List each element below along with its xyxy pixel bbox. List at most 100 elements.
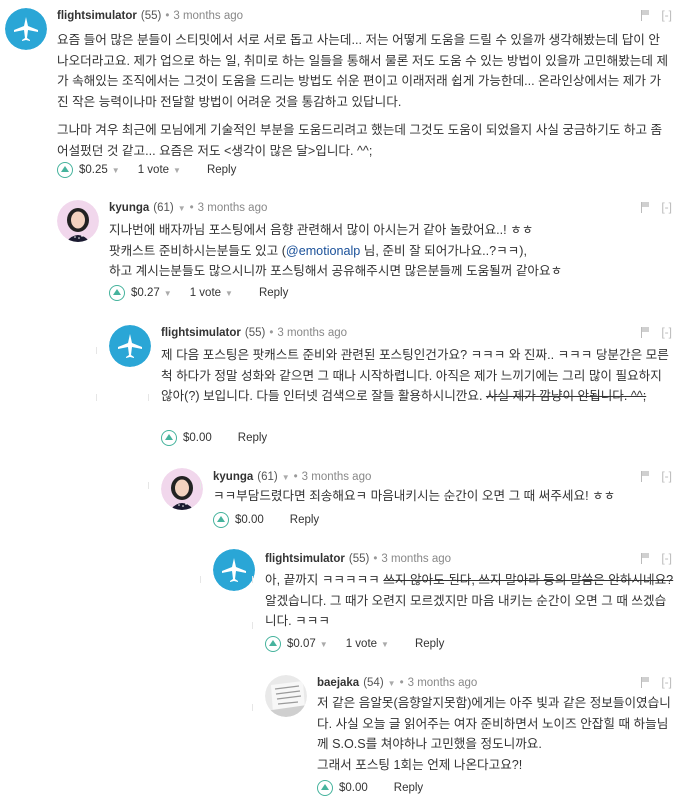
comment-line: 팟캐스트 준비하시는분들도 있고 (@emotionalp 님, 준비 잘 되어… (109, 241, 674, 262)
chevron-down-icon[interactable]: ▼ (225, 289, 233, 298)
reputation: (55) (140, 10, 162, 22)
author-name[interactable]: kyunga (213, 471, 253, 483)
collapse-button[interactable]: [-] (661, 675, 672, 689)
upvote-icon[interactable] (265, 636, 281, 652)
chevron-down-icon[interactable]: ▼ (112, 166, 120, 175)
vote-count[interactable]: 1 vote (190, 287, 221, 299)
comment-line: 지나번에 배자까님 포스팅에서 음향 관련해서 많이 아시는거 같아 놀랐어요.… (109, 223, 534, 237)
flag-icon[interactable] (641, 676, 651, 688)
reply-button[interactable]: Reply (238, 432, 267, 444)
avatar[interactable] (57, 200, 99, 242)
chevron-down-icon[interactable]: ▼ (381, 640, 389, 649)
avatar[interactable] (213, 549, 255, 591)
separator-dot: • (293, 471, 298, 483)
vote-count[interactable]: 1 vote (346, 638, 377, 650)
text-span: 님, 준비 잘 되어가나요..?ㅋㅋ), (360, 243, 527, 258)
timestamp[interactable]: 3 months ago (381, 553, 451, 565)
author-name[interactable]: kyunga (109, 202, 149, 214)
comment-meta: flightsimulator (55) • 3 months ago (265, 549, 451, 569)
comment-footer: $0.27 ▼ 1 vote ▼ Reply (109, 283, 288, 303)
comment: kyunga (61) ▼ • 3 months ago [-] 지나번에 배자… (57, 192, 684, 310)
author-name[interactable]: flightsimulator (161, 327, 241, 339)
comment: flightsimulator (55) • 3 months ago [-] … (213, 544, 684, 660)
chevron-down-icon[interactable]: ▼ (173, 166, 181, 175)
avatar[interactable] (265, 675, 307, 717)
avatar[interactable] (5, 8, 47, 50)
comment: kyunga (61) ▼ • 3 months ago [-] ㅋㅋ부담드렸다… (161, 461, 684, 536)
upvote-icon[interactable] (317, 780, 333, 796)
avatar[interactable] (109, 325, 151, 367)
comment-footer: $0.00 Reply (317, 778, 423, 798)
text-span: 팟캐스트 준비하시는분들도 있고 ( (109, 243, 286, 258)
separator-dot: • (269, 327, 274, 339)
chevron-down-icon[interactable]: ▼ (282, 473, 290, 482)
comment-line: 하고 계시는분들도 많으시니까 포스팅해서 공유해주시면 많은분들께 도움될꺼 … (109, 264, 563, 278)
chevron-down-icon[interactable]: ▼ (164, 289, 172, 298)
comment-footer: $0.00 Reply (213, 510, 319, 530)
timestamp[interactable]: 3 months ago (173, 10, 243, 22)
comment-body: 아, 끝까지 ㅋㅋㅋㅋㅋ 쓰지 않아도 된다, 쓰지 말아라 등의 말씀은 안하… (265, 570, 675, 632)
comment-footer: $0.25 ▼ 1 vote ▼ Reply (57, 160, 236, 180)
upvote-icon[interactable] (57, 162, 73, 178)
author-name[interactable]: flightsimulator (57, 10, 137, 22)
comment-body: 저 같은 음알못(음향알지못함)에게는 아주 빛과 같은 정보들이였습니다. 사… (317, 693, 677, 775)
text-span: 알겠습니다. 그 때가 오련지 모르겠지만 마음 내키는 순간이 오면 그 때 … (265, 593, 667, 629)
upvote-icon[interactable] (161, 430, 177, 446)
upvote-icon[interactable] (109, 285, 125, 301)
text-span: ㅋㅋ부담드렸다면 죄송해요ㅋ 마음내키시는 순간이 오면 그 때 써주세요! ㅎ… (213, 489, 616, 503)
payout-value[interactable]: $0.27 (131, 287, 160, 299)
timestamp[interactable]: 3 months ago (302, 471, 372, 483)
chevron-down-icon[interactable]: ▼ (178, 204, 186, 213)
thread-line (200, 482, 201, 489)
collapse-button[interactable]: [-] (661, 325, 672, 339)
payout-value[interactable]: $0.00 (339, 782, 368, 794)
comment-body: 요즘 들어 많은 분들이 스티밋에서 서로 서로 돕고 사는데... 저는 어떻… (57, 30, 671, 169)
thread-line (96, 394, 97, 401)
mention-link[interactable]: @emotionalp (286, 244, 360, 258)
payout-value[interactable]: $0.25 (79, 164, 108, 176)
timestamp[interactable]: 3 months ago (198, 202, 268, 214)
author-name[interactable]: baejaka (317, 677, 359, 689)
collapse-button[interactable]: [-] (661, 200, 672, 214)
thread-line (252, 576, 253, 583)
payout-value[interactable]: $0.00 (235, 514, 264, 526)
chevron-down-icon[interactable]: ▼ (320, 640, 328, 649)
flag-icon[interactable] (641, 9, 651, 21)
collapse-button[interactable]: [-] (661, 551, 672, 565)
flag-icon[interactable] (641, 201, 651, 213)
flag-icon[interactable] (641, 326, 651, 338)
payout-value[interactable]: $0.00 (183, 432, 212, 444)
reply-button[interactable]: Reply (394, 782, 423, 794)
thread-line (252, 704, 253, 711)
chevron-down-icon[interactable]: ▼ (388, 679, 396, 688)
separator-dot: • (165, 10, 170, 22)
payout-value[interactable]: $0.07 (287, 638, 316, 650)
author-name[interactable]: flightsimulator (265, 553, 345, 565)
timestamp[interactable]: 3 months ago (277, 327, 347, 339)
timestamp[interactable]: 3 months ago (408, 677, 478, 689)
reputation: (55) (348, 553, 370, 565)
avatar[interactable] (161, 468, 203, 510)
upvote-icon[interactable] (213, 512, 229, 528)
vote-count[interactable]: 1 vote (138, 164, 169, 176)
comment: flightsimulator (55) • 3 months ago [-] … (0, 0, 684, 190)
reply-button[interactable]: Reply (207, 164, 236, 176)
comment-body: ㅋㅋ부담드렸다면 죄송해요ㅋ 마음내키시는 순간이 오면 그 때 써주세요! ㅎ… (213, 486, 673, 507)
comment-meta: kyunga (61) ▼ • 3 months ago (109, 198, 267, 218)
comment-footer: $0.07 ▼ 1 vote ▼ Reply (265, 634, 444, 654)
thread-line (252, 622, 253, 629)
reputation: (61) (153, 202, 174, 214)
strikethrough-text: 사실 제가 깜냥이 안됩니다. ^^; (485, 389, 647, 403)
reply-button[interactable]: Reply (259, 287, 288, 299)
comment-line: 저 같은 음알못(음향알지못함)에게는 아주 빛과 같은 정보들이였습니다. 사… (317, 696, 671, 751)
flag-icon[interactable] (641, 470, 651, 482)
separator-dot: • (399, 677, 404, 689)
comment-line: 그래서 포스팅 1회는 언제 나온다고요?! (317, 757, 523, 772)
thread-line (200, 576, 201, 583)
collapse-button[interactable]: [-] (661, 8, 672, 22)
flag-icon[interactable] (641, 552, 651, 564)
reputation: (54) (363, 677, 384, 689)
reply-button[interactable]: Reply (415, 638, 444, 650)
reply-button[interactable]: Reply (290, 514, 319, 526)
collapse-button[interactable]: [-] (661, 469, 672, 483)
